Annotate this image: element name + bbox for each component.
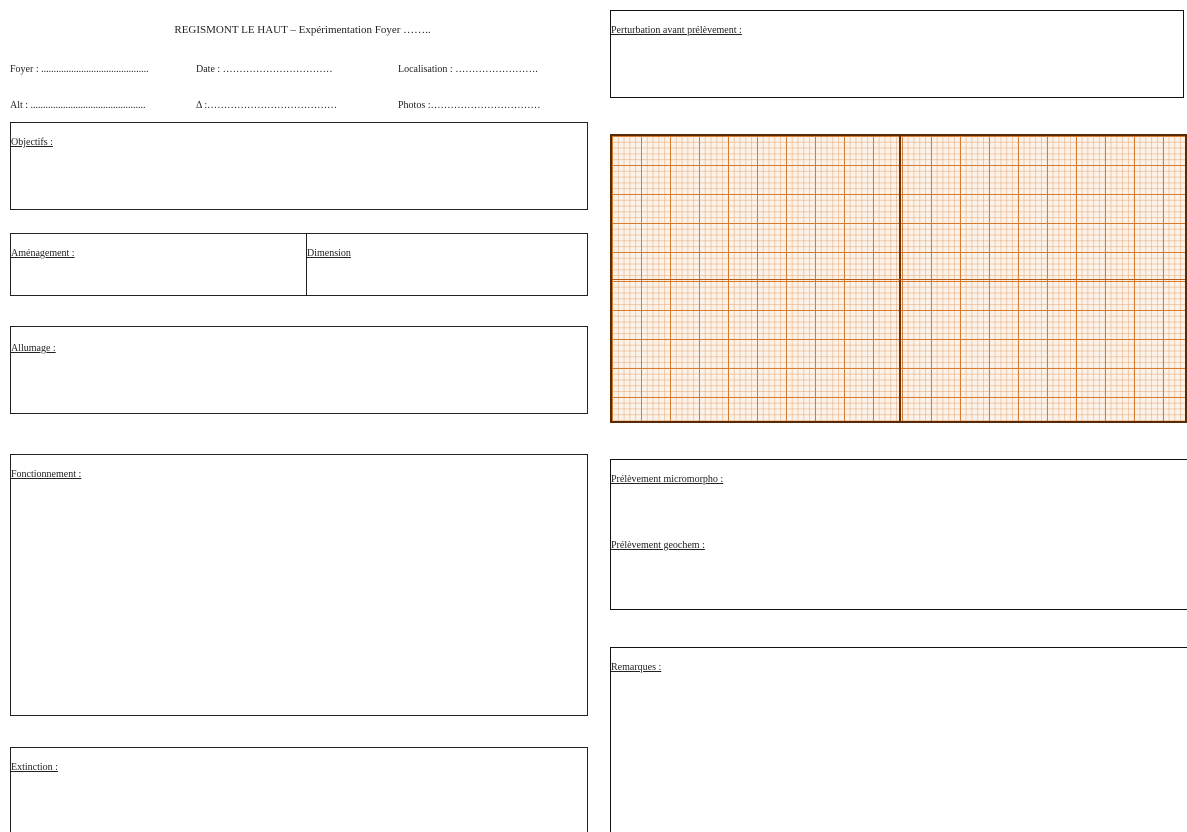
prelevement-box[interactable]: Prélèvement micromorpho : Prélèvement ge… bbox=[610, 459, 1187, 610]
dimension-label: Dimension bbox=[307, 248, 351, 259]
form-title: REGISMONT LE HAUT – Expérimentation Foye… bbox=[174, 24, 431, 36]
prelevement-micromorpho-label: Prélèvement micromorpho : bbox=[611, 474, 724, 485]
amenagement-divider bbox=[306, 234, 307, 295]
foyer-field: Foyer : ................................… bbox=[10, 64, 149, 75]
alt-field: Alt : ..................................… bbox=[10, 100, 146, 111]
allumage-label: Allumage : bbox=[11, 343, 56, 354]
fonctionnement-box[interactable]: Fonctionnement : bbox=[10, 454, 588, 716]
remarques-box[interactable]: Remarques : bbox=[610, 647, 1187, 832]
photos-field: Photos :…………………………… bbox=[398, 100, 541, 111]
extinction-label: Extinction : bbox=[11, 762, 58, 773]
graph-paper-grid[interactable] bbox=[610, 134, 1187, 423]
prelevement-geochem-label: Prélèvement geochem : bbox=[611, 540, 705, 551]
localisation-field: Localisation : ……………………. bbox=[398, 64, 538, 75]
amenagement-label: Aménagement : bbox=[11, 248, 75, 259]
perturbation-box[interactable]: Perturbation avant prélèvement : bbox=[610, 10, 1184, 98]
amenagement-box[interactable]: Aménagement : Dimension bbox=[10, 233, 588, 296]
fonctionnement-label: Fonctionnement : bbox=[11, 469, 82, 480]
extinction-box[interactable]: Extinction : bbox=[10, 747, 588, 832]
graph-center-horizontal bbox=[612, 279, 1185, 280]
remarques-label: Remarques : bbox=[611, 662, 662, 673]
allumage-box[interactable]: Allumage : bbox=[10, 326, 588, 414]
objectifs-box[interactable]: Objectifs : bbox=[10, 122, 588, 210]
objectifs-label: Objectifs : bbox=[11, 137, 53, 148]
perturbation-label: Perturbation avant prélèvement : bbox=[611, 25, 742, 36]
delta-field: Δ :………………………………… bbox=[196, 100, 338, 111]
date-field: Date : …………………………… bbox=[196, 64, 333, 75]
